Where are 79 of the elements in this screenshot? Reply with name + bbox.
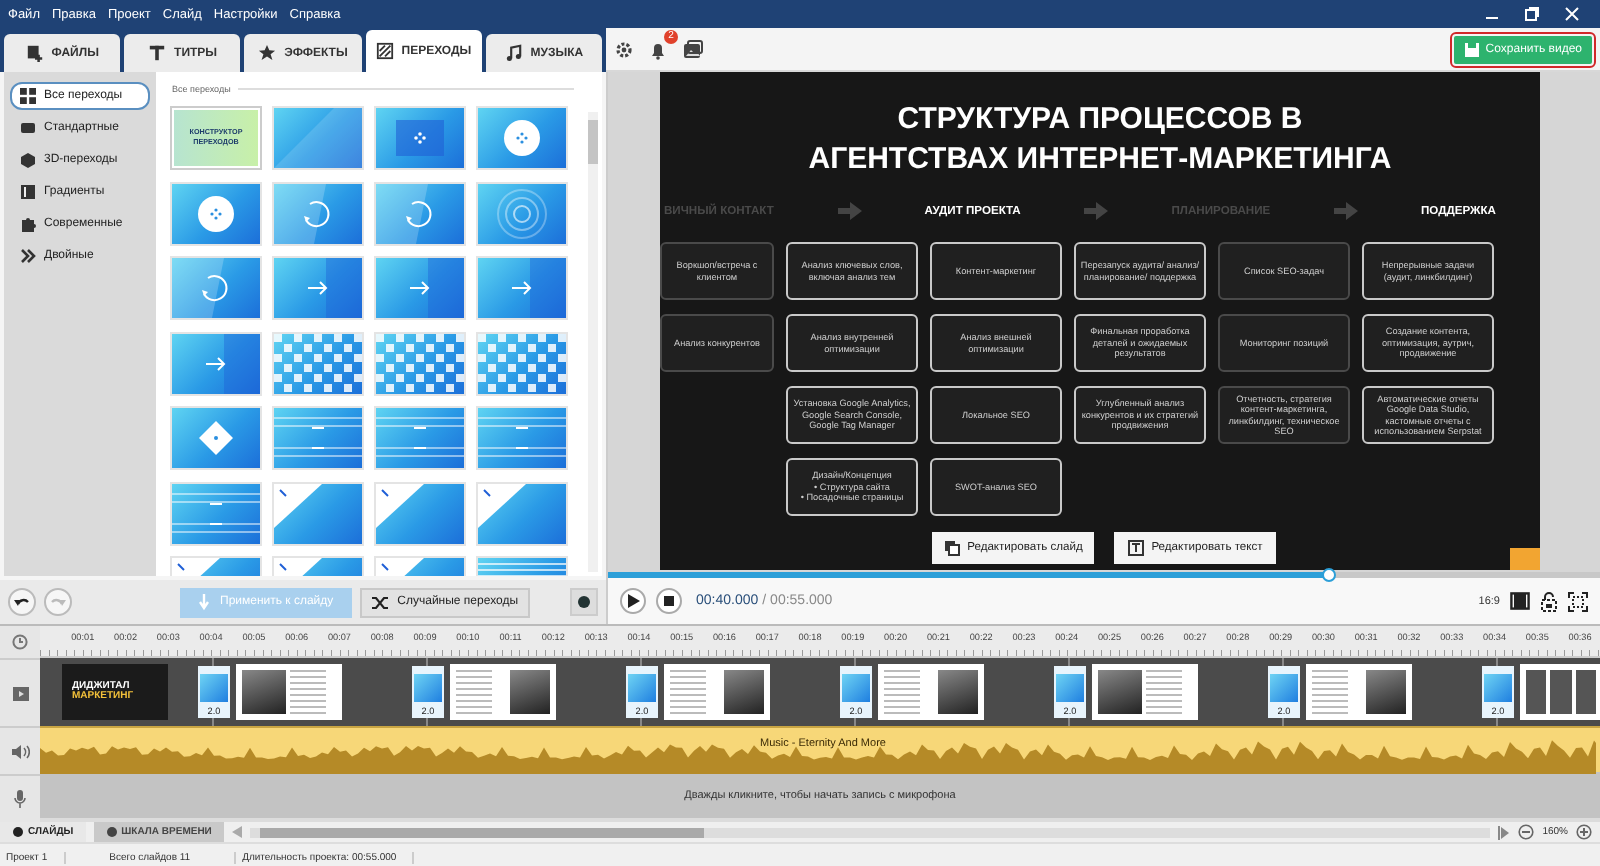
transition-thumbnail[interactable] [172,333,260,393]
dot-icon [12,826,24,838]
dot-icon [105,826,118,838]
transition-thumbnail[interactable] [274,258,362,318]
transition-thumbnail[interactable] [274,408,362,468]
slide-thumbnail[interactable] [1520,664,1600,720]
bell-icon[interactable] [648,39,668,59]
slide-thumbnail[interactable] [1306,664,1412,720]
star-icon [258,44,277,62]
layers-icon [943,540,960,556]
down-arrow-icon [198,593,210,611]
cube-icon [20,152,36,168]
undo-button[interactable] [8,588,36,616]
transition-thumbnail[interactable] [478,258,566,318]
progress-track[interactable] [608,572,1600,578]
slide-thumbnail[interactable] [664,664,770,720]
transition-thumbnail[interactable] [478,483,566,543]
music-note-icon [504,44,523,62]
undo-icon [14,596,30,608]
clock-icon [12,633,28,650]
rectangle-icon [20,120,36,136]
play-button[interactable] [620,588,646,614]
puzzle-icon [20,216,36,232]
transition-thumbnail[interactable] [274,183,362,243]
shuffle-icon [371,595,390,609]
redo-icon [50,596,66,608]
transition-thumbnail[interactable] [376,108,464,168]
slide-thumbnail[interactable] [878,664,984,720]
lock-icon[interactable] [1540,591,1558,611]
transition-thumbnail[interactable] [376,258,464,318]
text-icon [148,44,167,62]
transition-thumbnail[interactable] [478,108,566,168]
stop-button[interactable] [656,588,682,614]
transition-thumbnail[interactable] [376,183,464,243]
arrow-icon [837,202,862,220]
transition-thumbnail[interactable] [274,483,362,543]
pattern-icon [375,42,394,60]
dot-button[interactable] [570,588,598,616]
slide-thumbnail[interactable] [236,664,342,720]
transition-thumbnail[interactable] [376,333,464,393]
frame-icon[interactable] [1510,592,1530,610]
play-marker-icon[interactable] [1498,825,1511,839]
transition-thumbnail[interactable] [478,183,566,243]
transition-thumbnail[interactable] [478,408,566,468]
transition-thumbnail[interactable] [172,483,260,543]
transition-thumbnail[interactable] [172,258,260,318]
arrow-icon [1333,202,1358,220]
transition-thumbnail[interactable] [376,483,464,543]
zoom-out-icon[interactable] [1518,824,1535,840]
restore-icon[interactable] [1524,6,1540,22]
transition-thumbnail[interactable] [172,183,260,243]
stop-icon [664,596,674,606]
slide-thumbnail[interactable] [450,664,556,720]
play-icon [627,594,639,608]
zoom-in-icon[interactable] [1576,824,1592,840]
scrollbar[interactable] [588,112,598,572]
image-icon[interactable] [682,39,704,59]
transition-thumbnail[interactable] [172,408,260,468]
transition-thumbnail[interactable] [478,333,566,393]
text-box-icon [1127,540,1144,556]
scrollbar[interactable] [249,827,1491,837]
close-icon[interactable] [1564,6,1580,22]
file-plus-icon [25,44,44,62]
book-icon [20,184,36,200]
speaker-icon [11,743,29,760]
slide-title: СТРУКТУРА ПРОЦЕССОВ В [895,100,1305,139]
chevrons-icon [20,248,36,264]
grid-icon [20,88,36,104]
arrow-icon [1084,202,1109,220]
transition-thumbnail[interactable] [274,333,362,393]
slide-title: АГЕНТСТВАХ ИНТЕРНЕТ-МАРКЕТИНГА [808,139,1392,178]
microphone-icon [14,790,26,809]
film-icon [11,685,29,702]
settings-icon[interactable] [614,39,634,59]
fullscreen-icon[interactable] [1568,591,1588,611]
transition-thumbnail[interactable] [376,408,464,468]
scroll-left-icon[interactable] [231,826,242,838]
slide-thumbnail[interactable] [1092,664,1198,720]
transition-thumbnail[interactable] [274,108,362,168]
